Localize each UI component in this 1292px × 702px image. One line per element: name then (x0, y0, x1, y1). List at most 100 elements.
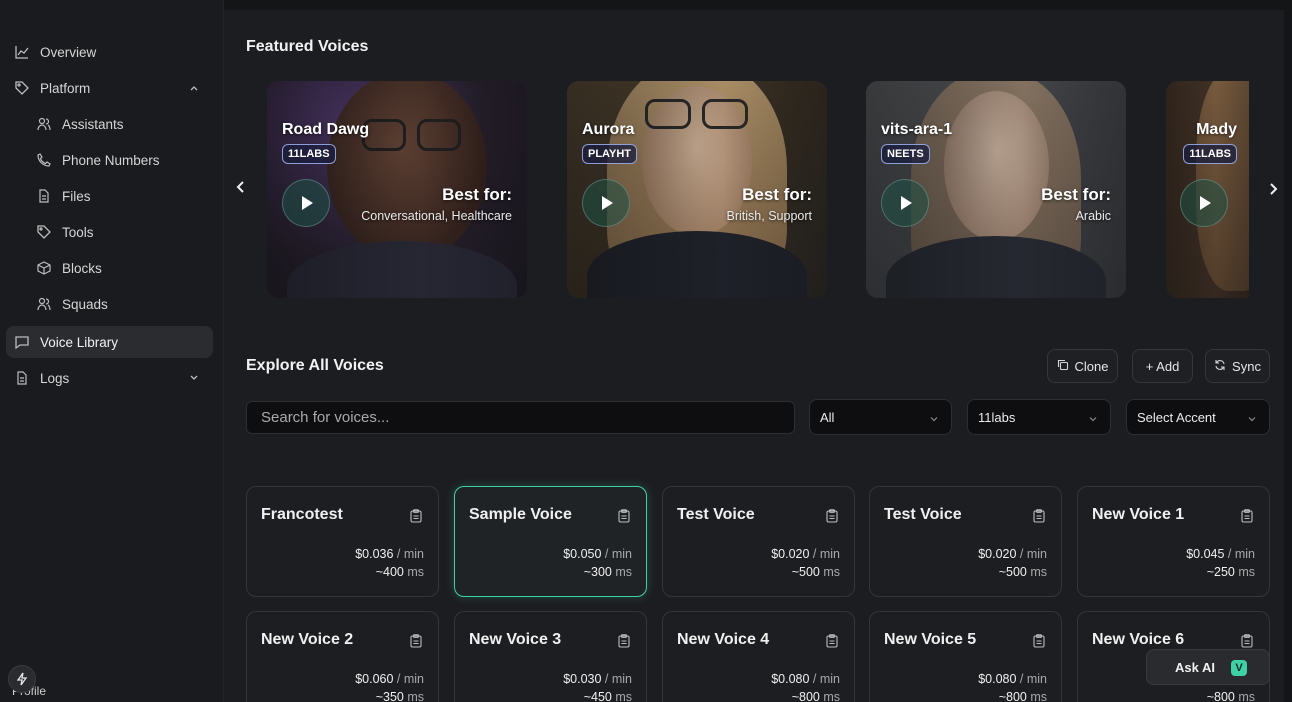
voice-card[interactable]: New Voice 1 $0.045 / min ~250 ms (1077, 486, 1270, 597)
clipboard-icon[interactable] (410, 509, 424, 525)
play-icon (1200, 196, 1211, 210)
price-unit: / min (396, 547, 424, 561)
sidebar-item-logs[interactable]: Logs (6, 362, 213, 394)
clipboard-icon[interactable] (826, 634, 840, 650)
sidebar-item-label: Files (62, 188, 91, 204)
voice-card[interactable]: New Voice 3 $0.030 / min ~450 ms (454, 611, 647, 702)
chevron-down-icon (187, 371, 201, 385)
latency-unit: ms (1238, 690, 1255, 702)
voice-price: $0.045 / min (1186, 547, 1255, 561)
voice-price: $0.020 / min (771, 547, 840, 561)
sidebar-item-files[interactable]: Files (6, 180, 213, 212)
latency-unit: ms (823, 565, 840, 579)
accent-select[interactable]: Select Accent (1126, 399, 1270, 435)
clipboard-icon[interactable] (1033, 509, 1047, 525)
clipboard-icon[interactable] (1241, 509, 1255, 525)
add-button[interactable]: + Add (1132, 349, 1193, 383)
latency-unit: ms (1238, 565, 1255, 579)
price-unit: / min (604, 672, 632, 686)
voice-name: Francotest (261, 506, 343, 523)
play-button[interactable] (582, 179, 630, 227)
sidebar-item-squads[interactable]: Squads (6, 288, 213, 320)
clipboard-icon[interactable] (1241, 634, 1255, 650)
sidebar-item-blocks[interactable]: Blocks (6, 252, 213, 284)
sidebar: Overview Platform Assistants Phone Numbe… (0, 0, 224, 702)
play-button[interactable] (282, 179, 330, 227)
sidebar-item-label: Blocks (62, 260, 102, 276)
clipboard-icon[interactable] (618, 634, 632, 650)
file-icon (36, 188, 52, 204)
voice-name: New Voice 4 (677, 631, 770, 648)
latency-unit: ms (823, 690, 840, 702)
profile-area[interactable]: Profile (6, 660, 66, 700)
price-value: $0.030 (563, 672, 602, 686)
voice-price: $0.030 / min (563, 672, 632, 686)
latency-value: ~250 (1206, 565, 1235, 579)
featured-card-road-dawg[interactable]: Road Dawg 11LABS Best for: Conversationa… (267, 81, 527, 298)
featured-title: Featured Voices (246, 38, 369, 55)
top-strip (224, 0, 1292, 10)
voice-latency: ~800 ms (999, 690, 1047, 702)
chevron-right-icon[interactable] (1265, 181, 1285, 201)
voice-latency: ~500 ms (792, 565, 840, 579)
chevron-down-icon (1088, 412, 1098, 422)
bolt-icon[interactable] (8, 665, 36, 693)
play-button[interactable] (881, 179, 929, 227)
play-icon (302, 196, 313, 210)
clone-label: Clone (1074, 358, 1109, 374)
tag-icon (14, 80, 30, 96)
chevron-left-icon[interactable] (233, 179, 253, 199)
voice-name: Test Voice (677, 506, 755, 523)
clipboard-icon[interactable] (618, 509, 632, 525)
sidebar-item-label: Logs (40, 370, 70, 386)
clipboard-icon[interactable] (1033, 634, 1047, 650)
sync-label: Sync (1232, 358, 1261, 374)
sidebar-item-voice-library[interactable]: Voice Library (6, 326, 213, 358)
sidebar-item-overview[interactable]: Overview (6, 36, 213, 68)
voice-card[interactable]: New Voice 4 $0.080 / min ~800 ms (662, 611, 855, 702)
price-unit: / min (1227, 547, 1255, 561)
best-for-label: Best for: (1041, 185, 1111, 204)
gender-select[interactable]: All (809, 399, 952, 435)
sidebar-item-label: Platform (40, 80, 91, 96)
featured-card-aurora[interactable]: Aurora PLAYHT Best for: British, Support (567, 81, 827, 298)
featured-card-vits-ara-1[interactable]: vits-ara-1 NEETS Best for: Arabic (866, 81, 1126, 298)
latency-value: ~400 (375, 565, 404, 579)
sidebar-item-assistants[interactable]: Assistants (6, 108, 213, 140)
sidebar-item-label: Voice Library (40, 334, 119, 350)
voice-latency: ~250 ms (1207, 565, 1255, 579)
chevron-down-icon (929, 412, 939, 422)
window-edge (1284, 0, 1292, 702)
voice-card[interactable]: Test Voice $0.020 / min ~500 ms (869, 486, 1062, 597)
provider-select[interactable]: 11labs (967, 399, 1111, 435)
latency-unit: ms (407, 565, 424, 579)
price-value: $0.080 (978, 672, 1017, 686)
ask-ai-button[interactable]: Ask AI V (1146, 649, 1270, 685)
featured-card-mady[interactable]: Mady 11LABS (1166, 81, 1249, 298)
voice-price: $0.080 / min (771, 672, 840, 686)
copy-icon (1057, 359, 1069, 374)
voice-card[interactable]: New Voice 5 $0.080 / min ~800 ms (869, 611, 1062, 702)
chart-line-icon (14, 44, 30, 60)
latency-value: ~300 (583, 565, 612, 579)
play-button[interactable] (1180, 179, 1228, 227)
price-value: $0.020 (771, 547, 810, 561)
clipboard-icon[interactable] (410, 634, 424, 650)
search-input[interactable] (246, 401, 795, 434)
voice-card[interactable]: Francotest $0.036 / min ~400 ms (246, 486, 439, 597)
sidebar-item-platform[interactable]: Platform (6, 72, 213, 104)
latency-unit: ms (1030, 690, 1047, 702)
clipboard-icon[interactable] (826, 509, 840, 525)
sync-button[interactable]: Sync (1205, 349, 1270, 383)
voice-card[interactable]: Test Voice $0.020 / min ~500 ms (662, 486, 855, 597)
voice-card-selected[interactable]: Sample Voice $0.050 / min ~300 ms (454, 486, 647, 597)
clone-button[interactable]: Clone (1047, 349, 1118, 383)
phone-icon (36, 152, 52, 168)
voice-card[interactable]: New Voice 2 $0.060 / min ~350 ms (246, 611, 439, 702)
accent-select-value: Select Accent (1137, 409, 1216, 425)
sidebar-item-phone-numbers[interactable]: Phone Numbers (6, 144, 213, 176)
provider-badge: 11LABS (282, 144, 336, 164)
sidebar-item-tools[interactable]: Tools (6, 216, 213, 248)
price-value: $0.080 (771, 672, 810, 686)
featured-voice-name: vits-ara-1 (881, 121, 953, 138)
